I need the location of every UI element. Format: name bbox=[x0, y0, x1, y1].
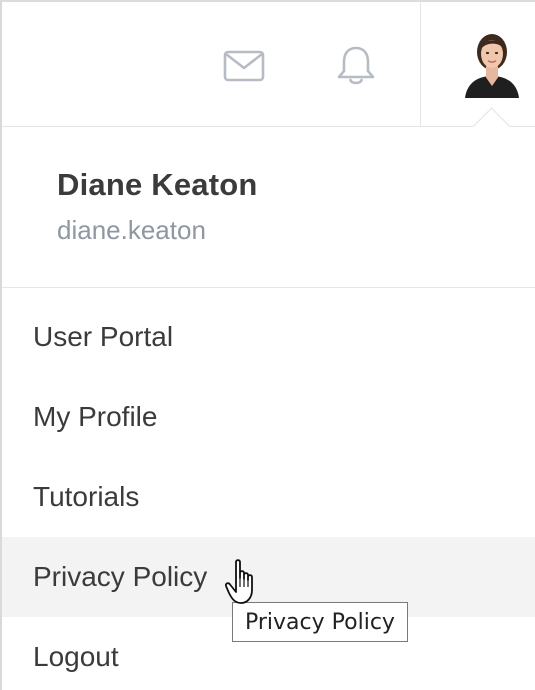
avatar-button[interactable] bbox=[457, 24, 527, 100]
bell-icon bbox=[337, 46, 375, 85]
user-menu-screen: Diane Keaton diane.keaton User Portal My… bbox=[0, 0, 535, 690]
messages-button[interactable] bbox=[222, 44, 266, 88]
notifications-button[interactable] bbox=[334, 44, 378, 88]
menu-item-my-profile[interactable]: My Profile bbox=[2, 377, 535, 457]
user-handle: diane.keaton bbox=[57, 215, 206, 245]
menu-item-tutorials[interactable]: Tutorials bbox=[2, 457, 535, 537]
menu-item-user-portal[interactable]: User Portal bbox=[2, 297, 535, 377]
user-name: Diane Keaton bbox=[57, 167, 258, 202]
avatar bbox=[465, 34, 519, 98]
header-divider bbox=[420, 2, 421, 126]
user-info-section: Diane Keaton diane.keaton bbox=[2, 127, 535, 288]
mail-icon bbox=[223, 50, 265, 82]
top-header-bar bbox=[2, 2, 535, 127]
hand-pointer-icon bbox=[224, 558, 264, 613]
